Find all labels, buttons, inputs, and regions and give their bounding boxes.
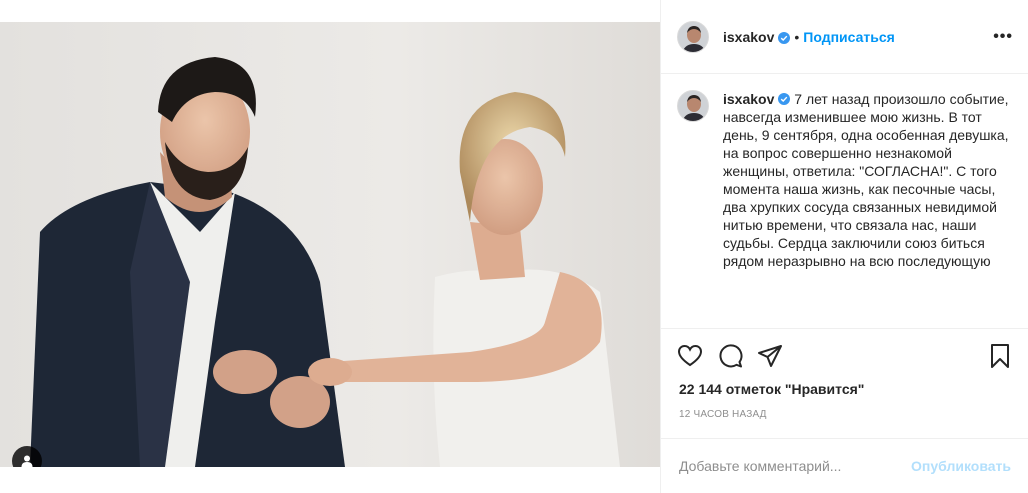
actions-bar: 22 144 отметок "Нравится" 12 часов назад <box>661 328 1028 438</box>
comment-input[interactable]: Добавьте комментарий... <box>679 458 911 474</box>
share-icon[interactable] <box>757 343 783 369</box>
caption-area[interactable]: isxakov 7 лет назад произошло событие, н… <box>661 74 1028 328</box>
likes-count[interactable]: 22 144 отметок "Нравится" <box>679 381 864 397</box>
caption-text: isxakov 7 лет назад произошло событие, н… <box>723 90 1013 328</box>
post-timestamp[interactable]: 12 часов назад <box>679 409 767 420</box>
caption-verified-icon <box>778 91 791 105</box>
follow-button[interactable]: Подписаться <box>803 29 895 45</box>
avatar[interactable] <box>677 20 709 53</box>
caption-avatar[interactable] <box>677 90 709 122</box>
header-username[interactable]: isxakov <box>723 29 774 45</box>
header-separator: • <box>794 28 800 45</box>
caption-body: 7 лет назад произошло событие, навсегда … <box>723 91 1009 269</box>
heart-icon[interactable] <box>677 343 703 369</box>
comment-icon[interactable] <box>717 343 743 369</box>
post-side-panel: isxakov • Подписаться ••• isxakov 7 лет … <box>660 0 1028 493</box>
comment-form: Добавьте комментарий... Опубликовать <box>661 438 1028 493</box>
post-photo[interactable] <box>0 22 660 467</box>
more-options-button[interactable]: ••• <box>993 28 1013 46</box>
backdrop-bottom <box>0 467 660 493</box>
caption-username[interactable]: isxakov <box>723 91 774 107</box>
post-modal: isxakov • Подписаться ••• isxakov 7 лет … <box>0 0 1028 493</box>
bookmark-icon[interactable] <box>987 343 1013 369</box>
photo-image <box>0 22 660 467</box>
post-header: isxakov • Подписаться ••• <box>661 0 1028 74</box>
backdrop-top <box>0 0 660 22</box>
verified-badge-icon <box>778 31 791 44</box>
publish-button[interactable]: Опубликовать <box>911 458 1011 474</box>
